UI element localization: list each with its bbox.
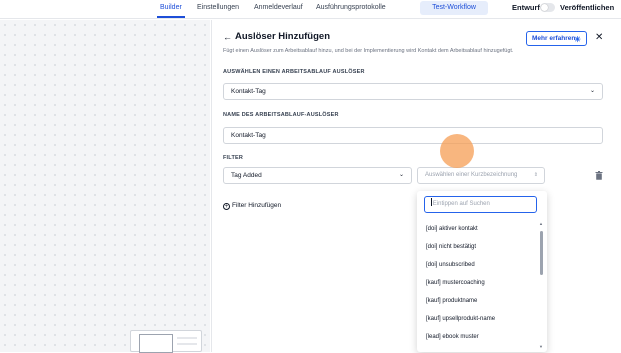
tab-einstellungen[interactable]: Einstellungen <box>197 2 239 14</box>
chevron-down-icon: ⌄ <box>398 172 404 178</box>
dropdown-option[interactable]: [doi] unsubscribed <box>426 262 475 268</box>
scroll-down-icon[interactable]: ▼ <box>539 344 543 349</box>
tag-search-placeholder: Eintippen auf Suchen <box>432 201 490 207</box>
trigger-name-input[interactable]: Kontakt-Tag <box>223 127 603 144</box>
plus-circle-icon: + <box>223 203 230 210</box>
trigger-section-label: AUSWÄHLEN EINEN ARBEITSABLAUF AUSLÖSER <box>223 69 365 75</box>
tab-builder[interactable]: Builder <box>157 2 185 18</box>
trash-icon[interactable] <box>595 171 603 180</box>
dropdown-option[interactable]: [kauf] upsellprodukt-name <box>426 316 495 322</box>
tag-search-input[interactable]: Eintippen auf Suchen <box>424 196 537 213</box>
dropdown-option[interactable]: [kauf] produktname <box>426 298 477 304</box>
lightbulb-icon: ☀ <box>573 35 581 44</box>
minimap-viewport[interactable] <box>139 334 173 353</box>
dropdown-scrollbar[interactable]: ▲ ▼ <box>539 221 543 349</box>
dropdown-option[interactable]: [doi] nicht bestätigt <box>426 244 476 250</box>
minimap[interactable] <box>130 330 202 353</box>
add-filter-label: Filter Hinzufügen <box>232 202 282 209</box>
filter-value-placeholder: Auswählen einer Kurzbezeichnung <box>425 172 518 178</box>
trigger-select-value: Kontakt-Tag <box>231 88 266 95</box>
top-bar: Builder Einstellungen Anmeldeverlauf Aus… <box>0 0 621 19</box>
text-caret <box>431 198 432 206</box>
back-arrow-icon[interactable]: ← <box>223 32 232 42</box>
filter-section-label: FILTER <box>223 155 244 161</box>
panel-title: Auslöser Hinzufügen <box>235 31 331 42</box>
close-icon[interactable]: ✕ <box>595 31 603 45</box>
scrollbar-thumb[interactable] <box>540 231 543 275</box>
trigger-panel: ← Auslöser Hinzufügen Fügt einen Auslöse… <box>211 20 621 352</box>
learn-more-button[interactable]: Mehr erfahren ☀ <box>526 31 587 46</box>
trigger-name-value: Kontakt-Tag <box>231 132 266 139</box>
workflow-canvas[interactable] <box>0 20 210 352</box>
test-workflow-button[interactable]: Test-Workflow <box>420 1 488 15</box>
minimap-node <box>177 337 197 339</box>
filter-field-value: Tag Added <box>231 172 262 179</box>
tab-ausfuehrungsprotokolle[interactable]: Ausführungsprotokolle <box>316 2 386 14</box>
tag-dropdown: Eintippen auf Suchen [doi] aktiver konta… <box>417 191 547 352</box>
dropdown-option[interactable]: [doi] aktiver kontakt <box>426 226 478 232</box>
sort-arrows-icon: ⇕ <box>533 172 538 178</box>
scroll-up-icon[interactable]: ▲ <box>539 221 543 226</box>
dropdown-option[interactable]: [lead] ebook muster <box>426 334 479 340</box>
click-highlight <box>440 134 474 168</box>
tab-anmeldeverlauf[interactable]: Anmeldeverlauf <box>254 2 303 14</box>
filter-field-select[interactable]: Tag Added ⌄ <box>223 167 412 184</box>
trigger-name-label: NAME DES ARBEITSABLAUF-AUSLÖSER <box>223 112 339 118</box>
filter-value-select[interactable]: Auswählen einer Kurzbezeichnung ⇕ <box>417 167 545 184</box>
panel-subtitle: Fügt einen Auslöser zum Arbeitsablauf hi… <box>223 48 514 54</box>
chevron-down-icon: ⌄ <box>589 88 595 94</box>
trigger-select[interactable]: Kontakt-Tag ⌄ <box>223 83 603 100</box>
publish-toggle[interactable] <box>540 3 555 12</box>
learn-more-label: Mehr erfahren <box>532 35 576 42</box>
draft-label: Entwurf <box>512 3 540 12</box>
minimap-node <box>177 343 197 345</box>
add-filter-button[interactable]: + Filter Hinzufügen <box>223 202 281 210</box>
publish-label: Veröffentlichen <box>560 3 615 12</box>
dropdown-option[interactable]: [kauf] mustercoaching <box>426 280 485 286</box>
